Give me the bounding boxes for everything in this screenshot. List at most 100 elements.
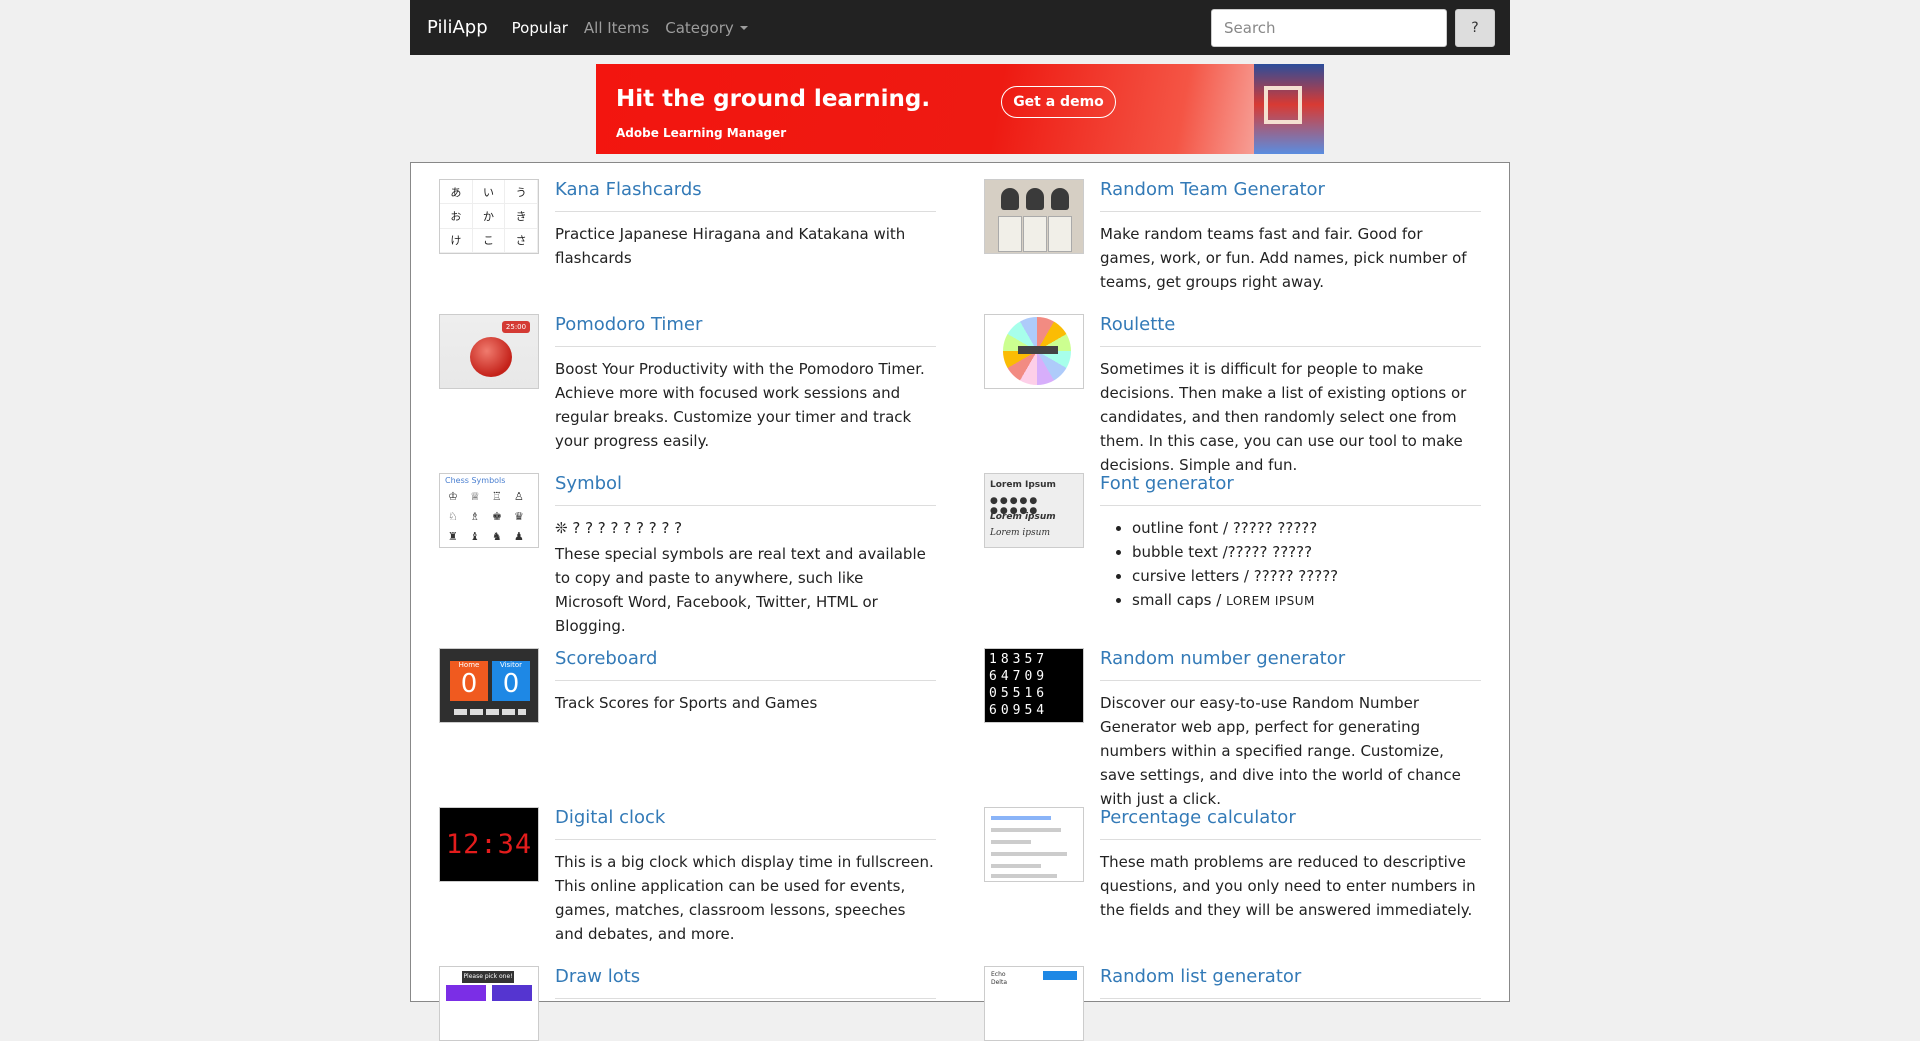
app-title-link[interactable]: Random Team Generator [1100, 179, 1481, 212]
app-card-roulette: Roulette Sometimes it is difficult for p… [984, 314, 1481, 474]
app-title-link[interactable]: Font generator [1100, 473, 1481, 506]
ad-banner[interactable]: Hit the ground learning. Adobe Learning … [596, 64, 1324, 154]
chess-pawn-icon: ♟ [514, 530, 524, 543]
app-title-link[interactable]: Kana Flashcards [555, 179, 936, 212]
app-description: Discover our easy-to-use Random Number G… [1100, 693, 1461, 808]
app-card-body: Random number generator Discover our eas… [1100, 648, 1481, 811]
chess-queen-icon: ♛ [514, 510, 524, 523]
draw-tag: Please pick one! [462, 971, 514, 983]
app-description: Make random teams fast and fair. Good fo… [1100, 224, 1467, 291]
app-title-link[interactable]: Random number generator [1100, 648, 1481, 681]
list-item: outline font / ????? ????? [1132, 516, 1481, 540]
rng-row: 60954 [989, 703, 1049, 718]
app-card-kana: あ い う お か き け こ さ Kana Flashcards Practi… [439, 179, 936, 314]
symbol-sample-line: ❊ ? ? ? ? ? ? ? ? ? [555, 518, 683, 537]
list-lines: Echo Delta [991, 971, 1008, 986]
kana-thumbnail[interactable]: あ い う お か き け こ さ [439, 179, 539, 254]
font-examples-list: outline font / ????? ????? bubble text /… [1100, 516, 1481, 613]
nav-popular[interactable]: Popular [512, 19, 568, 37]
ad-headline: Hit the ground learning. [616, 86, 931, 112]
app-card-font-generator: Lorem Ipsum ●●●●● ●●●●● Lorem ipsum Lore… [984, 473, 1481, 648]
app-card-scoreboard: Home 0 Visitor 0 Scoreboard Track Scores f… [439, 648, 936, 807]
chess-pawn-icon: ♙ [514, 490, 524, 503]
app-title-link[interactable]: Percentage calculator [1100, 807, 1481, 840]
list-item: small caps / lorem ipsum [1132, 588, 1481, 613]
pct-row [991, 852, 1067, 856]
app-title-link[interactable]: Draw lots [555, 966, 936, 999]
kana-char: い [472, 180, 506, 205]
app-card-body: Roulette Sometimes it is difficult for p… [1100, 314, 1481, 477]
app-card-body: Pomodoro Timer Boost Your Productivity w… [555, 314, 936, 453]
rng-row: 18357 [989, 652, 1049, 667]
list-item: bubble text /????? ????? [1132, 540, 1481, 564]
ad-cta-button[interactable]: Get a demo [1001, 86, 1116, 118]
person-figure [1026, 188, 1044, 210]
scoreboard-thumbnail[interactable]: Home 0 Visitor 0 [439, 648, 539, 723]
app-title-link[interactable]: Scoreboard [555, 648, 936, 681]
app-title-link[interactable]: Roulette [1100, 314, 1481, 347]
app-card-random-number: 18357 64709 05516 60954 Random number ge… [984, 648, 1481, 808]
app-card-random-list: Echo Delta Random list generator [984, 966, 1481, 1041]
draw-lots-thumbnail[interactable]: Please pick one! [439, 966, 539, 1041]
chess-bishop-icon: ♗ [470, 510, 480, 523]
app-card-body: Digital clock This is a big clock which … [555, 807, 936, 946]
caret-down-icon [739, 26, 748, 30]
kana-char: さ [505, 228, 538, 253]
kana-char: お [440, 204, 473, 229]
search-button[interactable]: ? [1455, 8, 1495, 47]
chess-rook-icon: ♖ [492, 490, 502, 503]
roulette-thumbnail[interactable] [984, 314, 1084, 389]
kana-char: う [505, 180, 538, 205]
rng-row: 64709 [989, 669, 1049, 684]
chess-knight-icon: ♞ [492, 530, 502, 543]
chess-king-icon: ♔ [448, 490, 458, 503]
kana-char: こ [472, 228, 506, 253]
app-card-body: Scoreboard Track Scores for Sports and G… [555, 648, 936, 715]
pct-row [991, 874, 1057, 878]
app-title-link[interactable]: Symbol [555, 473, 936, 506]
rng-thumbnail[interactable]: 18357 64709 05516 60954 [984, 648, 1084, 723]
kana-char: き [505, 204, 538, 229]
kana-char: か [472, 204, 506, 229]
search-input[interactable] [1211, 8, 1447, 47]
randomize-button [1043, 971, 1077, 980]
person-figure [1051, 188, 1069, 210]
nav-category-label: Category [665, 18, 734, 37]
score-buttons [454, 709, 526, 715]
chess-knight-icon: ♘ [448, 510, 458, 523]
kana-char: け [440, 228, 473, 253]
thumb-label: Lorem Ipsum [990, 480, 1056, 490]
app-title-link[interactable]: Random list generator [1100, 966, 1481, 999]
roulette-center-bar [1018, 346, 1058, 354]
pomodoro-thumbnail[interactable]: 25:00 [439, 314, 539, 389]
nav-category-dropdown[interactable]: Category [665, 19, 748, 37]
lot-card [446, 985, 486, 1001]
app-card-symbol: Chess Symbols ♔ ♕ ♖ ♙ ♘ ♗ ♚ ♛ ♜ ♝ ♞ ♟ Sy… [439, 473, 936, 648]
app-description: This is a big clock which display time i… [555, 852, 934, 943]
clock-thumbnail[interactable]: 12:34 [439, 807, 539, 882]
app-card-team-generator: Random Team Generator Make random teams … [984, 179, 1481, 314]
top-navbar: PiliApp Popular All Items Category ? [410, 0, 1510, 55]
pct-row [991, 840, 1031, 844]
symbol-thumbnail[interactable]: Chess Symbols ♔ ♕ ♖ ♙ ♘ ♗ ♚ ♛ ♜ ♝ ♞ ♟ [439, 473, 539, 548]
app-card-body: Draw lots [555, 966, 936, 1009]
brand-logo[interactable]: PiliApp [427, 17, 488, 38]
visitor-score-box: Visitor 0 [492, 661, 530, 701]
app-card-draw-lots: Please pick one! Draw lots [439, 966, 936, 1041]
font-sample-italic: Lorem ipsum [990, 512, 1056, 522]
ad-brand: Adobe Learning Manager [616, 126, 787, 140]
chess-rook-icon: ♜ [448, 530, 458, 543]
percentage-thumbnail[interactable] [984, 807, 1084, 882]
font-thumbnail[interactable]: Lorem Ipsum ●●●●● ●●●●● Lorem ipsum Lore… [984, 473, 1084, 548]
app-title-link[interactable]: Digital clock [555, 807, 936, 840]
nav-all-items[interactable]: All Items [584, 19, 649, 37]
ad-illustration [1254, 64, 1324, 154]
app-card-pomodoro: 25:00 Pomodoro Timer Boost Your Producti… [439, 314, 936, 473]
visitor-score: 0 [502, 669, 520, 699]
app-card-percentage: Percentage calculator These math problem… [984, 807, 1481, 966]
app-title-link[interactable]: Pomodoro Timer [555, 314, 936, 347]
random-list-thumbnail[interactable]: Echo Delta [984, 966, 1084, 1041]
app-card-body: Percentage calculator These math problem… [1100, 807, 1481, 922]
rng-row: 05516 [989, 686, 1049, 701]
team-thumbnail[interactable] [984, 179, 1084, 254]
